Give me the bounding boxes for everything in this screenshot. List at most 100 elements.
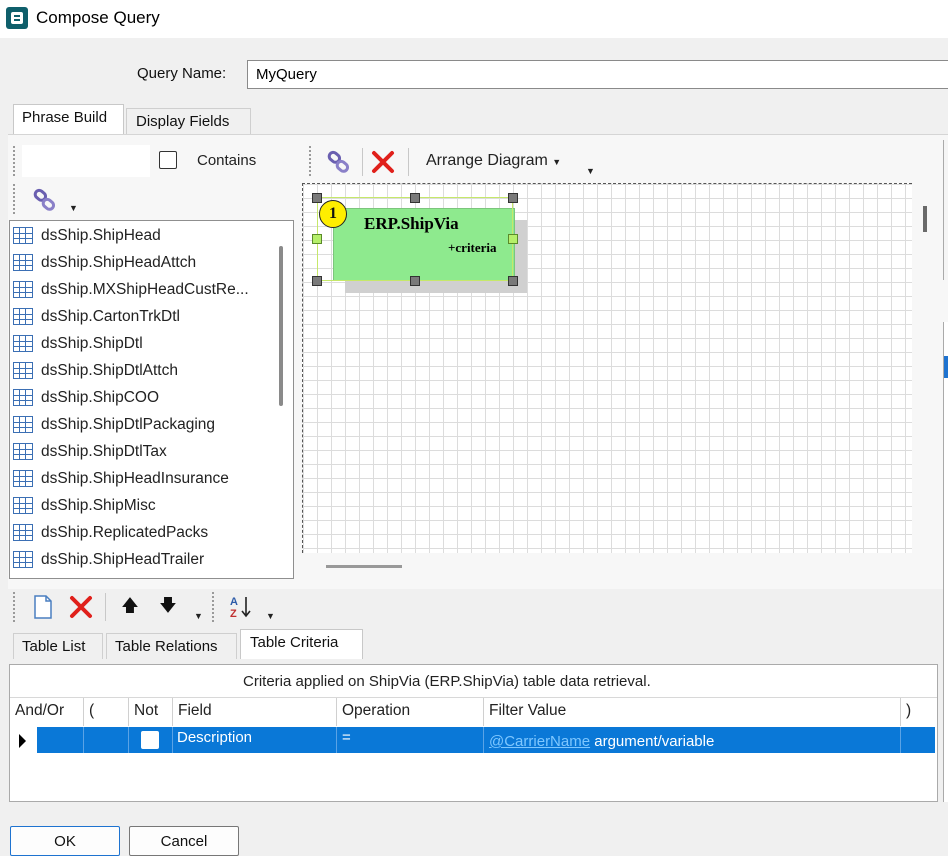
toolbar-separator bbox=[408, 148, 409, 176]
list-item[interactable]: dsShip.ShipMisc bbox=[10, 492, 280, 519]
tab-table-list[interactable]: Table List bbox=[13, 633, 103, 659]
arrange-diagram-button[interactable]: Arrange Diagram ▼ bbox=[426, 152, 561, 170]
contains-checkbox[interactable] bbox=[159, 151, 177, 169]
diagram-link-button[interactable] bbox=[322, 147, 356, 177]
list-scrollbar-thumb[interactable] bbox=[279, 246, 283, 406]
arrow-up-icon: 🡅 bbox=[121, 595, 139, 615]
resize-handle[interactable] bbox=[410, 193, 420, 203]
column-header-not[interactable]: Not bbox=[134, 702, 158, 720]
toolbar-separator bbox=[105, 593, 106, 621]
resize-handle[interactable] bbox=[312, 276, 322, 286]
list-item[interactable]: dsShip.CartonTrkDtl bbox=[10, 303, 280, 330]
resize-handle[interactable] bbox=[508, 234, 518, 244]
resize-handle[interactable] bbox=[312, 193, 322, 203]
list-item[interactable]: dsShip.ReplicatedPacks bbox=[10, 519, 280, 546]
diagram-toolbar-overflow[interactable]: ▼ bbox=[586, 166, 595, 176]
move-up-button[interactable]: 🡅 bbox=[118, 594, 142, 620]
cell-separator bbox=[483, 727, 484, 753]
resize-handle[interactable] bbox=[508, 193, 518, 203]
tab-table-relations[interactable]: Table Relations bbox=[106, 633, 237, 659]
operation-cell[interactable]: = bbox=[342, 729, 351, 746]
column-separator bbox=[336, 698, 337, 726]
move-down-button[interactable]: 🡇 bbox=[156, 594, 180, 620]
resize-handle[interactable] bbox=[508, 276, 518, 286]
chain-link-icon bbox=[33, 188, 56, 211]
field-cell[interactable]: Description bbox=[177, 729, 252, 746]
table-icon bbox=[13, 551, 33, 568]
tab-table-criteria[interactable]: Table Criteria bbox=[240, 629, 363, 659]
svg-text:Z: Z bbox=[230, 608, 237, 620]
table-icon bbox=[13, 389, 33, 406]
column-separator bbox=[83, 698, 84, 726]
sort-az-icon: A Z bbox=[230, 596, 251, 620]
list-item[interactable]: dsShip.ShipDtlTax bbox=[10, 438, 280, 465]
column-separator bbox=[128, 698, 129, 726]
column-separator bbox=[900, 698, 901, 726]
list-item[interactable]: dsShip.ShipHeadAttch bbox=[10, 249, 280, 276]
table-icon bbox=[13, 281, 33, 298]
not-checkbox[interactable] bbox=[141, 731, 159, 749]
column-header-operation[interactable]: Operation bbox=[342, 702, 410, 720]
delete-criteria-button[interactable] bbox=[66, 592, 96, 622]
contains-label: Contains bbox=[197, 152, 257, 169]
link-dropdown-caret[interactable]: ▼ bbox=[69, 203, 78, 213]
filter-value-cell[interactable]: @CarrierName argument/variable bbox=[489, 733, 714, 750]
column-header-close-paren[interactable]: ) bbox=[906, 702, 911, 720]
column-header-field[interactable]: Field bbox=[178, 702, 212, 720]
column-header-filter-value[interactable]: Filter Value bbox=[489, 702, 566, 720]
list-item[interactable]: dsShip.ShipDtlPackaging bbox=[10, 411, 280, 438]
table-icon bbox=[13, 416, 33, 433]
list-item[interactable]: dsShip.ShipCOO bbox=[10, 384, 280, 411]
list-item[interactable]: dsShip.ShipDtl bbox=[10, 330, 280, 357]
query-name-input[interactable] bbox=[247, 60, 948, 89]
list-item[interactable]: dsShip.ShipHeadInsurance bbox=[10, 465, 280, 492]
column-header-and-or[interactable]: And/Or bbox=[15, 702, 64, 720]
svg-text:A: A bbox=[230, 596, 238, 608]
criteria-toolbar-grip[interactable] bbox=[13, 592, 16, 622]
column-header-open-paren[interactable]: ( bbox=[89, 702, 94, 720]
criteria-toolbar-grip[interactable] bbox=[212, 592, 215, 622]
arrow-down-icon: 🡇 bbox=[159, 595, 177, 615]
link-button[interactable] bbox=[27, 185, 63, 215]
resize-handle[interactable] bbox=[312, 234, 322, 244]
app-logo-icon bbox=[6, 7, 28, 29]
toolbar-grip[interactable] bbox=[13, 146, 16, 176]
delete-button[interactable] bbox=[367, 147, 399, 177]
list-item[interactable]: dsShip.ShipHead bbox=[10, 222, 280, 249]
criteria-caption: Criteria applied on ShipVia (ERP.ShipVia… bbox=[243, 673, 651, 690]
grid-header-line bbox=[10, 697, 937, 698]
ok-button[interactable]: OK bbox=[10, 826, 120, 856]
toolbar-separator bbox=[362, 148, 363, 176]
right-panel-edge bbox=[943, 322, 948, 802]
column-separator bbox=[483, 698, 484, 726]
window-title: Compose Query bbox=[36, 8, 160, 27]
tab-phrase-build[interactable]: Phrase Build bbox=[13, 104, 124, 134]
arrange-dropdown-caret: ▼ bbox=[552, 157, 562, 167]
table-icon bbox=[13, 443, 33, 460]
sort-dropdown-caret[interactable]: ▼ bbox=[266, 611, 275, 621]
diagram-vscrollbar-thumb[interactable] bbox=[923, 206, 927, 232]
tab-display-fields[interactable]: Display Fields bbox=[126, 108, 251, 134]
delete-x-icon bbox=[70, 596, 92, 618]
move-dropdown-caret[interactable]: ▼ bbox=[194, 611, 203, 621]
cell-separator bbox=[900, 727, 901, 753]
diagram-toolbar-grip[interactable] bbox=[309, 146, 312, 176]
cancel-button[interactable]: Cancel bbox=[129, 826, 239, 856]
resize-handle[interactable] bbox=[410, 276, 420, 286]
chain-link-icon bbox=[327, 150, 350, 173]
new-criteria-button[interactable] bbox=[28, 592, 58, 622]
carrier-name-link[interactable]: @CarrierName bbox=[489, 733, 590, 750]
cell-separator bbox=[172, 727, 173, 753]
sort-button[interactable]: A Z bbox=[226, 592, 256, 622]
list-item[interactable]: dsShip.ShipDtlAttch bbox=[10, 357, 280, 384]
list-item[interactable]: dsShip.MXShipHeadCustRe... bbox=[10, 276, 280, 303]
table-icon bbox=[13, 308, 33, 325]
list-item[interactable]: dsShip.ShipHeadTrailer bbox=[10, 546, 280, 573]
search-input[interactable] bbox=[22, 145, 150, 177]
list-toolbar-grip[interactable] bbox=[13, 184, 16, 214]
table-icon bbox=[13, 497, 33, 514]
column-separator bbox=[172, 698, 173, 726]
entity-criteria-label: +criteria bbox=[448, 240, 497, 255]
diagram-hscrollbar-thumb[interactable] bbox=[326, 565, 402, 568]
delete-x-icon bbox=[372, 151, 394, 173]
